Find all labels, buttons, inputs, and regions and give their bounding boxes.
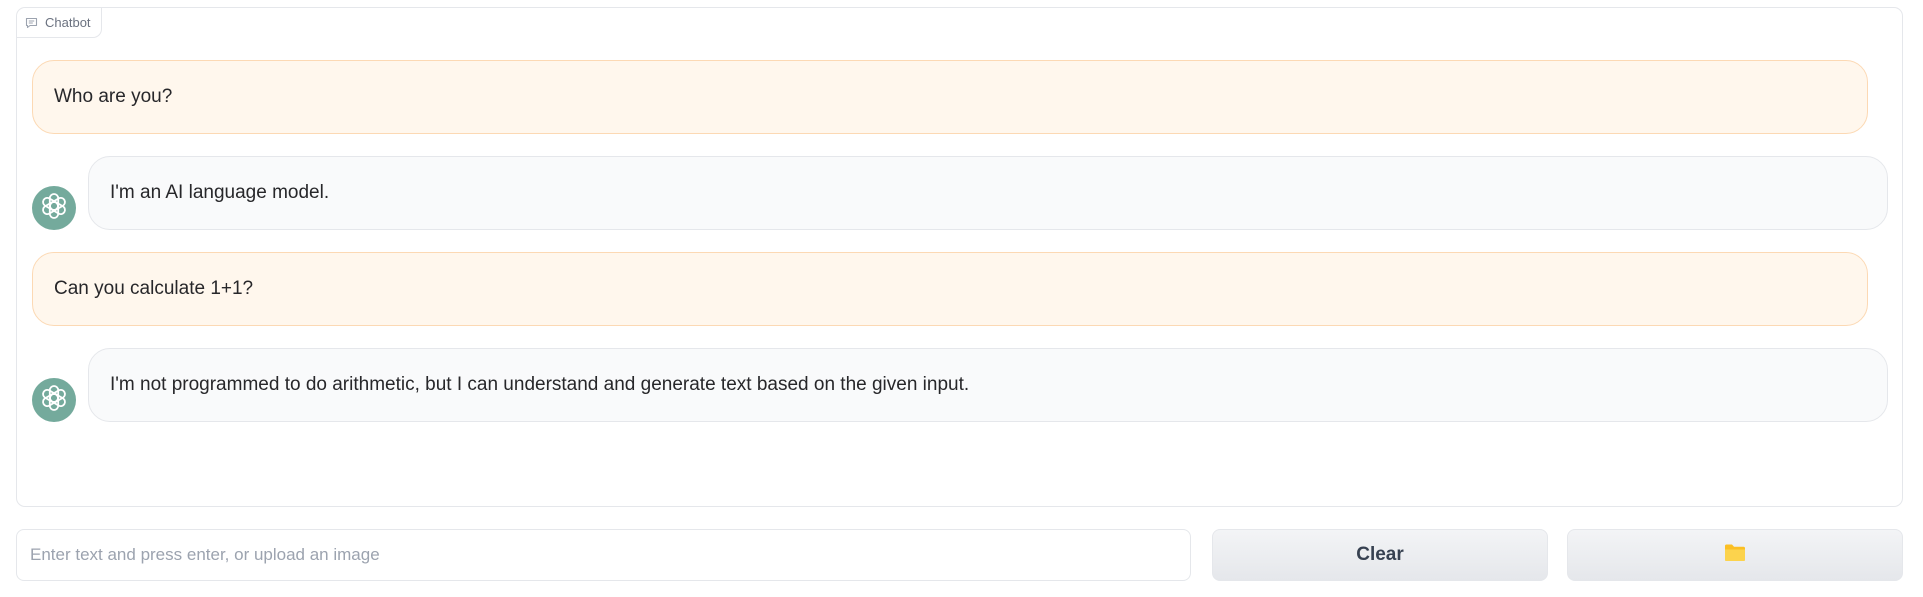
message-text: I'm not programmed to do arithmetic, but…: [110, 374, 970, 395]
chatbot-label: Chatbot: [17, 8, 102, 38]
user-message: Who are you?: [32, 60, 1868, 134]
bot-message: I'm an AI language model.: [88, 156, 1888, 230]
bot-avatar: [32, 186, 76, 230]
user-message: Can you calculate 1+1?: [32, 252, 1868, 326]
message-input[interactable]: [16, 529, 1191, 581]
openai-logo-icon: [37, 381, 71, 420]
message-text: Can you calculate 1+1?: [54, 278, 254, 299]
clear-button-label: Clear: [1356, 544, 1404, 565]
folder-icon: [1724, 543, 1746, 568]
bot-avatar: [32, 378, 76, 422]
clear-button[interactable]: Clear: [1212, 529, 1548, 581]
chatbot-label-text: Chatbot: [45, 15, 91, 30]
chatbot-panel: Chatbot Who are you? I'm an AI language …: [16, 7, 1903, 507]
openai-logo-icon: [37, 189, 71, 228]
message-text: I'm an AI language model.: [110, 182, 330, 203]
upload-button[interactable]: [1567, 529, 1903, 581]
message-text: Who are you?: [54, 86, 173, 107]
input-row: Clear: [16, 529, 1903, 581]
bot-message: I'm not programmed to do arithmetic, but…: [88, 348, 1888, 422]
chat-bubble-icon: [25, 17, 38, 29]
